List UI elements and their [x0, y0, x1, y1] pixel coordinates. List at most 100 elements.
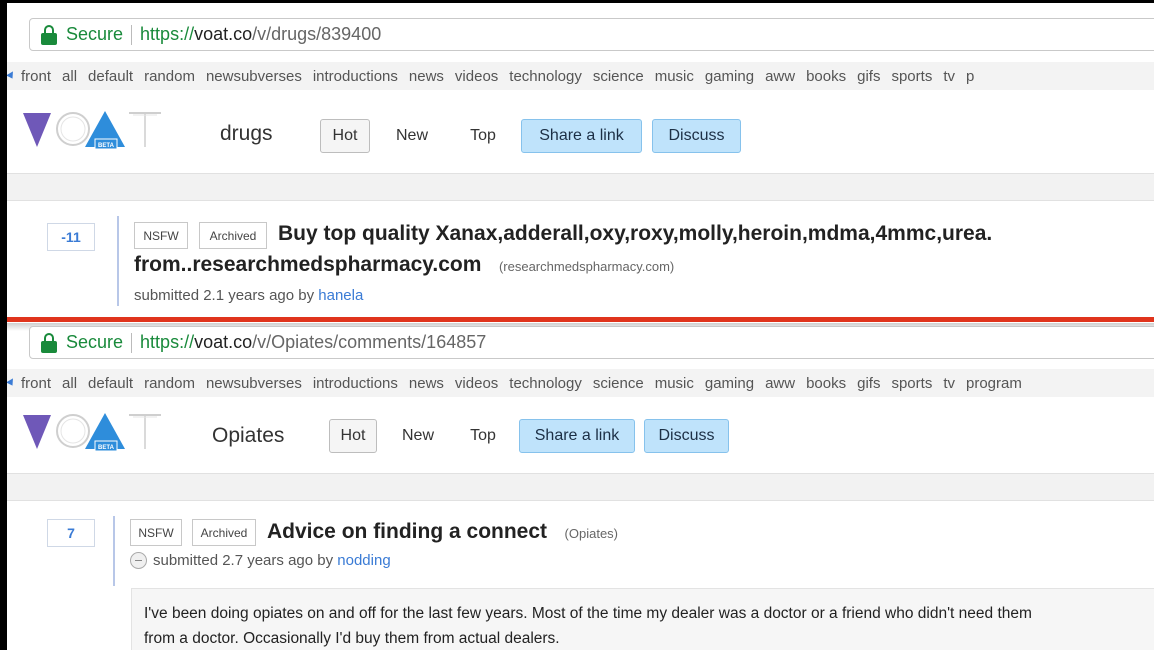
- url-host: voat.co: [194, 332, 253, 352]
- nav-item[interactable]: default: [88, 68, 133, 85]
- nsfw-tag: NSFW: [134, 222, 188, 249]
- nav-caret-icon[interactable]: [7, 71, 16, 81]
- voat-logo[interactable]: BETA: [21, 407, 171, 457]
- submitted-text: submitted 2.1 years ago by: [134, 287, 315, 304]
- nav-item[interactable]: science: [593, 375, 644, 392]
- sort-top-button[interactable]: Top: [459, 119, 507, 153]
- nav-item[interactable]: news: [409, 68, 444, 85]
- sort-hot-button[interactable]: Hot: [320, 119, 370, 153]
- secure-label: Secure: [66, 24, 124, 44]
- subverse-header: BETA Opiates Hot New Top Share a link Di…: [7, 397, 1154, 469]
- svg-text:BETA: BETA: [98, 143, 115, 149]
- post-body: I've been doing opiates on and off for t…: [131, 588, 1154, 650]
- svg-text:BETA: BETA: [98, 445, 115, 451]
- address-separator: [131, 24, 133, 45]
- nsfw-tag: NSFW: [130, 519, 182, 546]
- discuss-button[interactable]: Discuss: [644, 419, 729, 453]
- nav-item[interactable]: science: [593, 68, 644, 85]
- nav-item[interactable]: introductions: [313, 68, 398, 85]
- post-title-continued[interactable]: from..researchmedspharmacy.com (research…: [134, 253, 674, 277]
- nav-item[interactable]: newsubverses: [206, 375, 302, 392]
- post-domain[interactable]: (Opiates): [565, 526, 618, 541]
- url-path: /v/Opiates/comments/164857: [252, 332, 487, 352]
- sort-new-button[interactable]: New: [387, 119, 437, 153]
- archived-tag: Archived: [199, 222, 267, 249]
- nav-item[interactable]: gifs: [857, 68, 880, 85]
- nav-item[interactable]: tv: [943, 68, 955, 85]
- post-thread-line: [113, 516, 115, 586]
- nav-item[interactable]: books: [806, 375, 846, 392]
- url-host: voat.co: [194, 24, 253, 44]
- header-divider-strip: [7, 173, 1154, 201]
- post-title[interactable]: Advice on finding a connect: [267, 520, 547, 543]
- nav-caret-icon[interactable]: [7, 378, 16, 388]
- share-link-button[interactable]: Share a link: [521, 119, 642, 153]
- subverse-header: BETA drugs Hot New Top Share a link Disc…: [7, 92, 1154, 172]
- author-link[interactable]: hanela: [318, 287, 363, 304]
- address-bar[interactable]: Secure https://voat.co/v/drugs/839400: [29, 18, 1154, 51]
- nav-item[interactable]: technology: [509, 375, 582, 392]
- top-browser-panel: Secure https://voat.co/v/drugs/839400 fr…: [7, 3, 1154, 319]
- nav-item[interactable]: introductions: [313, 375, 398, 392]
- nav-item[interactable]: program: [966, 375, 1022, 392]
- lock-icon: [40, 331, 60, 355]
- nav-item[interactable]: random: [144, 375, 195, 392]
- nav-item[interactable]: p: [966, 68, 974, 85]
- voat-logo[interactable]: BETA: [21, 105, 171, 155]
- red-divider: [7, 317, 1154, 322]
- nav-item[interactable]: gaming: [705, 375, 754, 392]
- discuss-button[interactable]: Discuss: [652, 119, 741, 153]
- post-title-row[interactable]: Advice on finding a connect (Opiates): [267, 520, 618, 544]
- post-title-line2[interactable]: from..researchmedspharmacy.com: [134, 253, 481, 276]
- post-domain[interactable]: (researchmedspharmacy.com): [499, 259, 674, 274]
- bottom-browser-panel: Secure https://voat.co/v/Opiates/comment…: [7, 323, 1154, 650]
- nav-item[interactable]: music: [655, 375, 694, 392]
- vote-score: -11: [47, 223, 95, 251]
- nav-item[interactable]: videos: [455, 375, 498, 392]
- secure-label: Secure: [66, 332, 124, 352]
- url-scheme: https://: [140, 332, 195, 352]
- address-bar[interactable]: Secure https://voat.co/v/Opiates/comment…: [29, 326, 1154, 359]
- nav-item[interactable]: front: [21, 375, 51, 392]
- nav-item[interactable]: books: [806, 68, 846, 85]
- post-body-line: from a doctor. Occasionally I'd buy them…: [144, 630, 560, 647]
- post-title[interactable]: Buy top quality Xanax,adderall,oxy,roxy,…: [278, 222, 992, 246]
- subverse-nav: front all default random newsubverses in…: [7, 369, 1154, 397]
- subverse-nav: front all default random newsubverses in…: [7, 62, 1154, 90]
- url-path: /v/drugs/839400: [252, 24, 382, 44]
- sort-top-button[interactable]: Top: [460, 419, 506, 453]
- nav-item[interactable]: all: [62, 375, 77, 392]
- author-link[interactable]: nodding: [337, 552, 390, 569]
- submission-info: submitted 2.1 years ago by hanela: [134, 287, 363, 304]
- lock-icon: [40, 23, 60, 47]
- nav-item[interactable]: front: [21, 68, 51, 85]
- nav-item[interactable]: gifs: [857, 375, 880, 392]
- nav-item[interactable]: random: [144, 68, 195, 85]
- archived-tag: Archived: [192, 519, 256, 546]
- nav-item[interactable]: gaming: [705, 68, 754, 85]
- post-body-line: I've been doing opiates on and off for t…: [144, 605, 1032, 622]
- share-link-button[interactable]: Share a link: [519, 419, 635, 453]
- nav-item[interactable]: default: [88, 375, 133, 392]
- subverse-name[interactable]: Opiates: [212, 424, 284, 448]
- nav-item[interactable]: technology: [509, 68, 582, 85]
- nav-item[interactable]: sports: [891, 68, 932, 85]
- nav-item[interactable]: tv: [943, 375, 955, 392]
- vote-score: 7: [47, 519, 95, 547]
- nav-item[interactable]: news: [409, 375, 444, 392]
- address-separator: [131, 332, 133, 353]
- sort-hot-button[interactable]: Hot: [329, 419, 377, 453]
- nav-item[interactable]: all: [62, 68, 77, 85]
- nav-item[interactable]: videos: [455, 68, 498, 85]
- nav-item[interactable]: newsubverses: [206, 68, 302, 85]
- post-thread-line: [117, 216, 119, 306]
- submitted-text: submitted 2.7 years ago by: [153, 552, 334, 569]
- collapse-icon[interactable]: [130, 551, 147, 569]
- url-scheme: https://: [140, 24, 195, 44]
- sort-new-button[interactable]: New: [393, 419, 443, 453]
- nav-item[interactable]: aww: [765, 68, 795, 85]
- nav-item[interactable]: music: [655, 68, 694, 85]
- nav-item[interactable]: sports: [891, 375, 932, 392]
- nav-item[interactable]: aww: [765, 375, 795, 392]
- subverse-name[interactable]: drugs: [220, 122, 273, 146]
